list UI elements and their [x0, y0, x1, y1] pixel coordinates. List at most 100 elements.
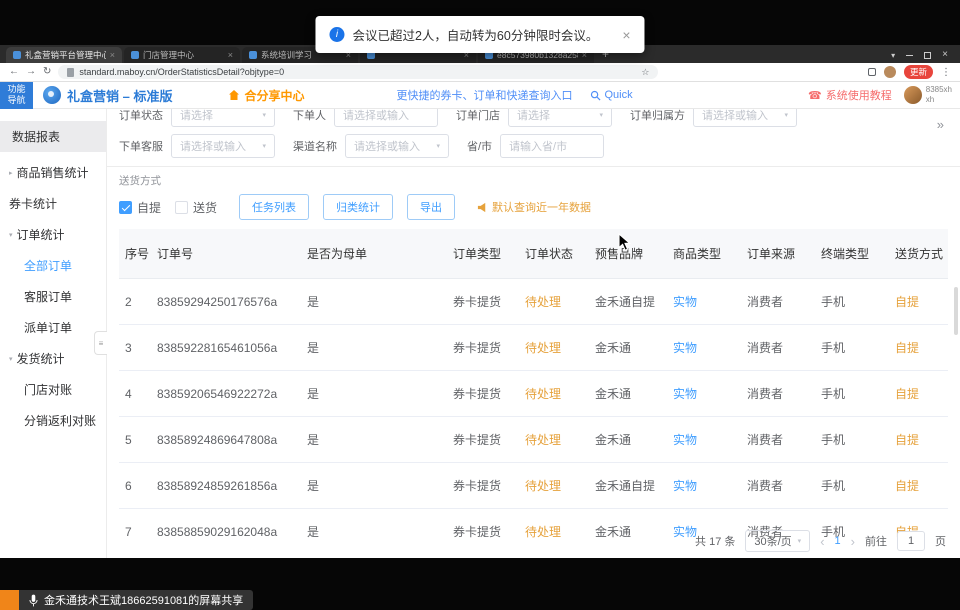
cell-order-no: 83858859029162048a [151, 509, 301, 540]
sidebar-item-shipping-stats[interactable]: ▾发货统计 [0, 343, 106, 374]
filter-group: 省/市请输入省/市 [467, 134, 604, 158]
cell-order-type: 券卡提货 [447, 417, 519, 463]
next-page-button[interactable]: › [851, 534, 855, 549]
window-controls: ▾ × [891, 50, 954, 63]
browser-profile-avatar[interactable] [884, 66, 896, 78]
filter-select[interactable]: 请选择▾ [171, 109, 275, 127]
filters-panel: 订单状态请选择▾下单人请选择或输入订单门店请选择▾订单归属方请选择或输入▾ 下单… [107, 109, 960, 158]
nav-toggle-button[interactable]: 功能 导航 [0, 82, 33, 109]
prev-page-button[interactable]: ‹ [820, 534, 824, 549]
maximize-button[interactable] [924, 52, 931, 59]
sidebar-menu: ▸商品销售统计券卡统计▾订单统计全部订单客服订单派单订单▾发货统计门店对账分销返… [0, 157, 106, 436]
table-body: 283859294250176576a是券卡提货待处理金禾通自提实物消费者手机自… [119, 279, 948, 540]
sidebar-item-distribution-reconcile[interactable]: 分销返利对账 [0, 405, 106, 436]
cell-product-type[interactable]: 实物 [667, 325, 741, 371]
filter-select[interactable]: 请选择或输入▾ [171, 134, 275, 158]
cell-order-status: 待处理 [519, 417, 589, 463]
column-header: 商品类型 [667, 229, 741, 279]
table-row: 283859294250176576a是券卡提货待处理金禾通自提实物消费者手机自… [119, 279, 948, 325]
tab-favicon-icon [13, 51, 21, 59]
filter-select[interactable]: 请选择▾ [508, 109, 612, 127]
tutorial-link[interactable]: ☎ 系统使用教程 [808, 87, 892, 103]
column-header: 订单来源 [741, 229, 815, 279]
task-list-button[interactable]: 任务列表 [239, 194, 309, 220]
checkbox-icon[interactable] [119, 201, 132, 214]
browser-tab[interactable]: 礼盒营销平台管理中心× [6, 47, 122, 63]
sidebar-section-title[interactable]: 数据报表 [0, 121, 106, 152]
sidebar-item-service-orders[interactable]: 客服订单 [0, 281, 106, 312]
toast-close-icon[interactable]: × [622, 27, 630, 43]
nav-toggle-label: 导航 [7, 95, 25, 106]
scrollbar-thumb[interactable] [954, 287, 958, 335]
back-icon[interactable]: ← [9, 67, 19, 77]
chevron-down-icon: ▾ [9, 355, 13, 363]
content: 订单状态请选择▾下单人请选择或输入订单门店请选择▾订单归属方请选择或输入▾ 下单… [107, 109, 960, 558]
sidebar-item-all-orders[interactable]: 全部订单 [0, 250, 106, 281]
filter-select[interactable]: 请选择或输入▾ [693, 109, 797, 127]
cell-is-parent: 是 [301, 371, 447, 417]
url-field[interactable]: standard.maboy.cn/OrderStatisticsDetail?… [58, 65, 658, 79]
checkbox-delivery[interactable]: 送货 [175, 199, 217, 216]
goto-page-input[interactable] [897, 531, 925, 551]
cell-product-type[interactable]: 实物 [667, 463, 741, 509]
sidebar-item-dispatch-orders[interactable]: 派单订单 [0, 312, 106, 343]
extensions-icon[interactable] [868, 68, 876, 76]
export-button[interactable]: 导出 [407, 194, 455, 220]
screen-share-text: 金禾通技术王斌18662591081的屏幕共享 [44, 592, 243, 608]
filter-input[interactable]: 请选择或输入 [334, 109, 438, 127]
browser-actions: 更新 ⋮ [868, 65, 951, 79]
page-size-select[interactable]: 30条/页 ▾ [745, 530, 810, 552]
refresh-icon[interactable]: ↻ [43, 67, 51, 77]
browser-update-button[interactable]: 更新 [904, 65, 933, 79]
controls-row: 自提送货 任务列表归类统计导出 默认查询近一年数据 [119, 194, 948, 220]
category-stats-button[interactable]: 归类统计 [323, 194, 393, 220]
checkbox-icon[interactable] [175, 201, 188, 214]
cell-delivery-method: 自提 [889, 325, 948, 371]
sidebar-collapse-handle[interactable]: ≡ [94, 331, 107, 355]
tab-close-icon[interactable]: × [110, 50, 115, 60]
bookmark-star-icon[interactable]: ☆ [641, 67, 649, 78]
sidebar-item-order-stats[interactable]: ▾订单统计 [0, 219, 106, 250]
action-buttons: 任务列表归类统计导出 [239, 194, 455, 220]
chevron-down-icon: ▾ [436, 142, 440, 150]
megaphone-icon [477, 202, 488, 213]
sidebar-item-label: 全部订单 [24, 257, 72, 274]
filter-label: 订单状态 [119, 109, 163, 123]
brand-title: 礼盒营销 – 标准版 [67, 86, 172, 105]
table-row: 383859228165461056a是券卡提货待处理金禾通实物消费者手机自提 [119, 325, 948, 371]
data-range-hint: 默认查询近一年数据 [477, 199, 591, 215]
tab-close-icon[interactable]: × [228, 50, 233, 60]
cell-product-type[interactable]: 实物 [667, 371, 741, 417]
sidebar-item-product-sales[interactable]: ▸商品销售统计 [0, 157, 106, 188]
browser-tab[interactable]: 门店管理中心× [124, 47, 240, 63]
sidebar-item-label: 商品销售统计 [17, 164, 89, 181]
minimize-button[interactable] [906, 55, 913, 56]
quick-label: Quick [604, 89, 632, 101]
quick-search-link[interactable]: Quick [590, 89, 632, 101]
cell-product-type[interactable]: 实物 [667, 417, 741, 463]
sidebar-item-card-stats[interactable]: 券卡统计 [0, 188, 106, 219]
share-center-link[interactable]: 合分享中心 [228, 87, 304, 104]
checkbox-pickup[interactable]: 自提 [119, 199, 161, 216]
filter-group: 订单归属方请选择或输入▾ [630, 109, 797, 127]
user-avatar[interactable] [904, 86, 922, 104]
cell-order-source: 消费者 [741, 417, 815, 463]
cell-product-type[interactable]: 实物 [667, 279, 741, 325]
filters-collapse-chevron[interactable]: » [937, 117, 944, 132]
column-header: 序号 [119, 229, 151, 279]
cell-presale-brand: 金禾通 [589, 325, 667, 371]
sidebar-item-store-reconcile[interactable]: 门店对账 [0, 374, 106, 405]
forward-icon[interactable]: → [26, 67, 36, 77]
total-count: 共 17 条 [695, 533, 735, 549]
filter-input[interactable]: 请输入省/市 [500, 134, 604, 158]
browser-menu-icon[interactable]: ⋮ [941, 67, 951, 78]
close-button[interactable]: × [942, 50, 948, 60]
filter-select[interactable]: 请选择或输入▾ [345, 134, 449, 158]
filter-group: 下单客服请选择或输入▾ [119, 134, 275, 158]
current-page[interactable]: 1 [835, 535, 841, 547]
delivery-checkboxes: 自提送货 [119, 199, 217, 216]
column-header: 订单号 [151, 229, 301, 279]
site-info-icon[interactable] [67, 68, 74, 77]
tabs-menu-icon[interactable]: ▾ [891, 51, 895, 60]
cell-is-parent: 是 [301, 325, 447, 371]
